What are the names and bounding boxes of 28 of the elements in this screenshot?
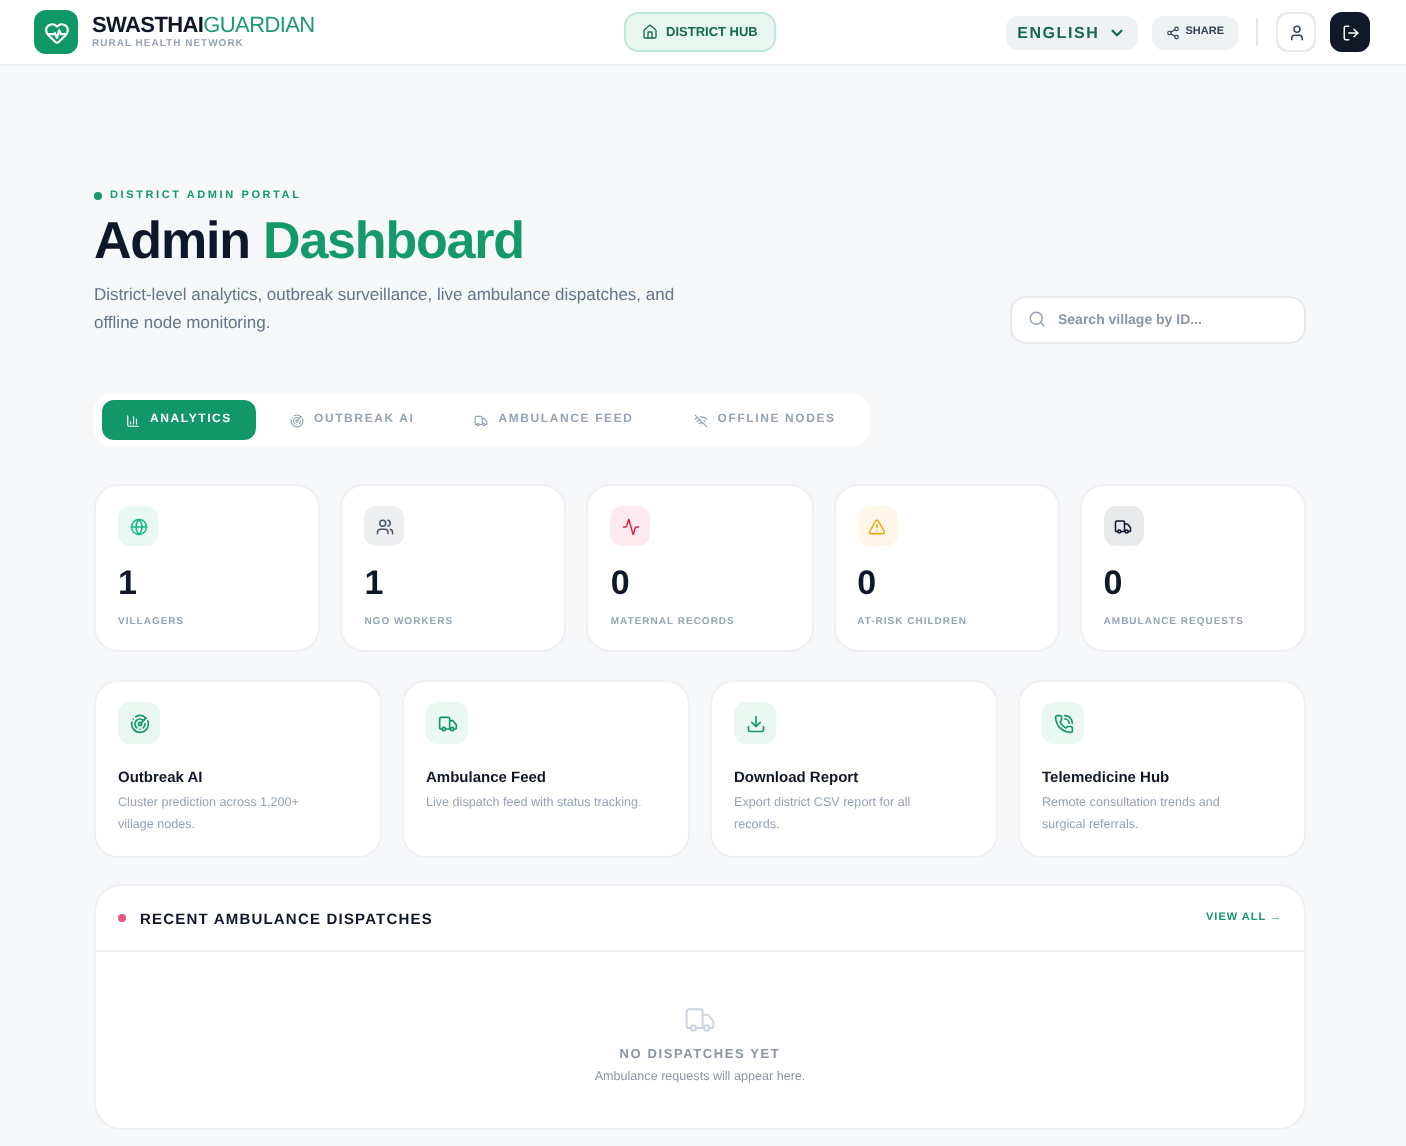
radar-icon <box>118 702 160 744</box>
status-dot <box>94 192 102 200</box>
logout-button[interactable] <box>1330 12 1370 52</box>
page-subtitle: District-level analytics, outbreak surveillance, live ambulance dispatches, and offline node monitoring. <box>94 282 677 336</box>
wifi-off-icon <box>693 413 708 427</box>
search-icon <box>1028 310 1046 328</box>
page-title: Admin Dashboard <box>94 208 526 272</box>
share-icon <box>1165 25 1180 39</box>
radar-icon <box>289 413 304 427</box>
brand-name: SWASTHAIGUARDIAN <box>92 14 315 38</box>
logout-icon <box>1341 23 1359 41</box>
home-icon <box>642 24 659 40</box>
bar-chart-icon <box>126 413 140 427</box>
stat-value: 1 <box>118 566 139 602</box>
stat-value: 1 <box>364 566 386 602</box>
profile-button[interactable] <box>1276 12 1316 52</box>
user-icon <box>1287 23 1305 41</box>
truck-icon <box>474 413 489 427</box>
stat-value: 0 <box>857 566 879 602</box>
stat-value: 0 <box>1103 566 1125 602</box>
language-select[interactable]: ENGLISH <box>1005 15 1138 49</box>
phone-icon <box>1042 702 1084 744</box>
download-icon <box>734 702 776 744</box>
logo-icon <box>34 10 78 54</box>
stat-value: 0 <box>610 566 632 602</box>
truck-icon <box>426 702 468 744</box>
live-dot <box>118 914 126 922</box>
truck-icon <box>684 1004 716 1036</box>
